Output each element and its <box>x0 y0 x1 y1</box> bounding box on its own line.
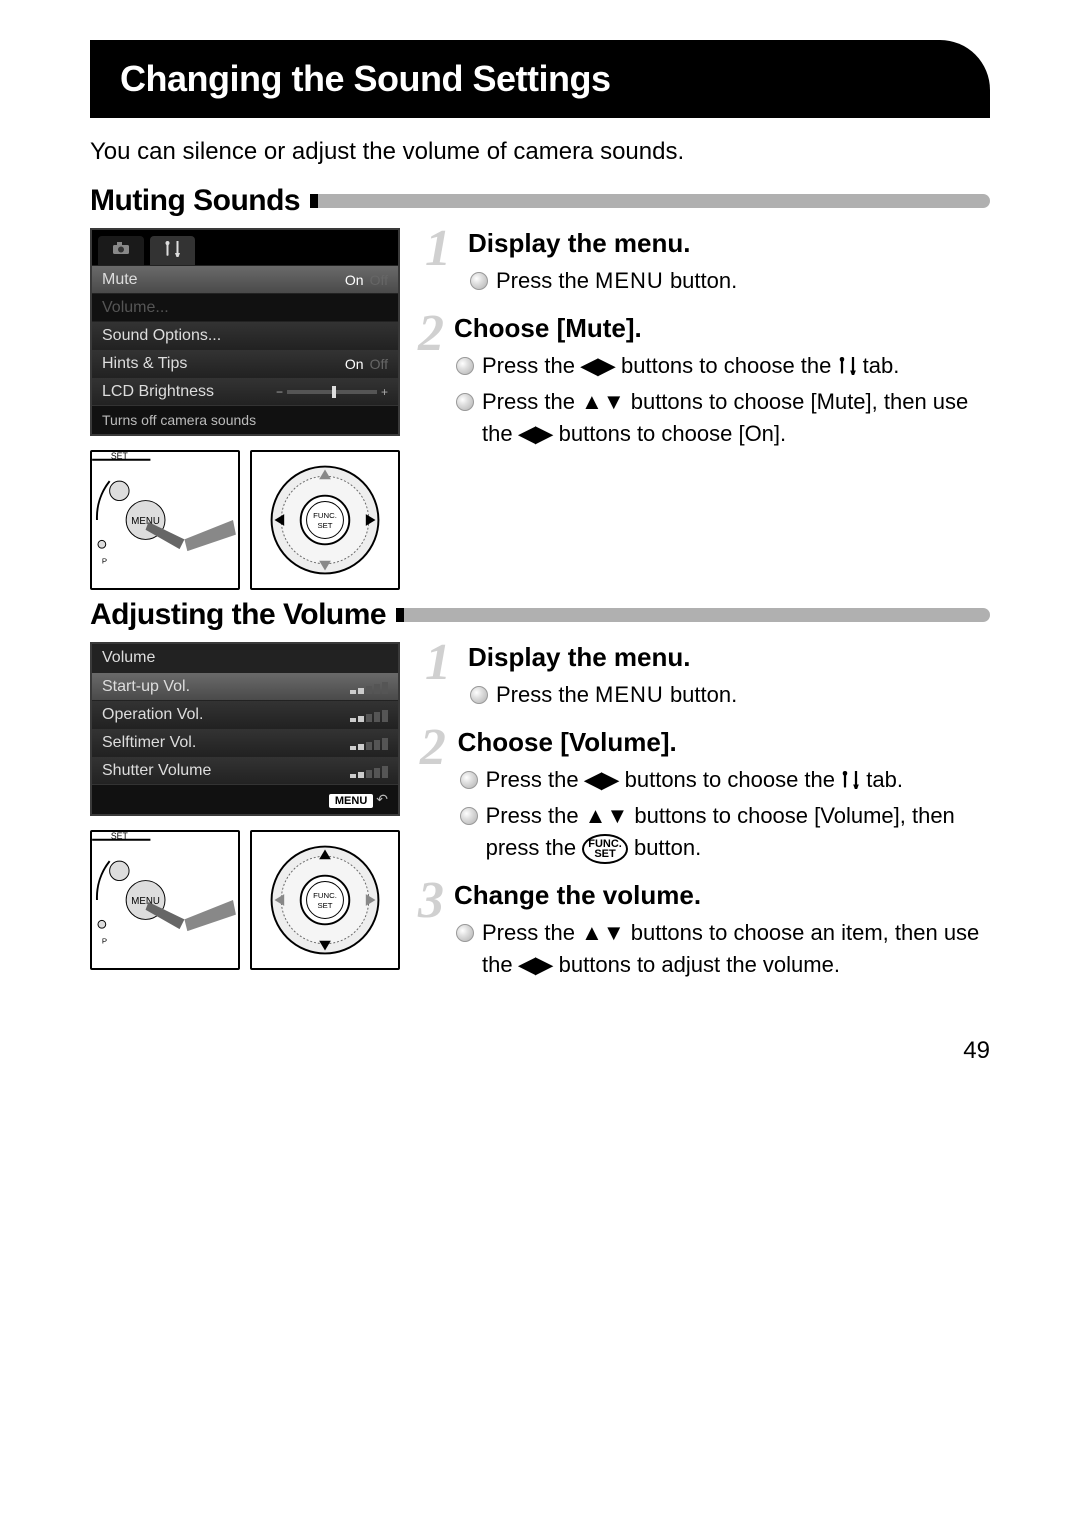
step-bullet: Press the ◀▶ buttons to choose the tab. <box>458 764 990 796</box>
left-right-icon: ◀▶ <box>581 353 615 378</box>
svg-text:SET: SET <box>111 832 129 841</box>
lcd-volume-title: Volume <box>92 644 398 672</box>
lcd-mute-off: Off <box>370 272 388 288</box>
step-title: Change the volume. <box>454 880 990 911</box>
svg-text:MENU: MENU <box>131 516 160 527</box>
heading-rule <box>310 194 990 208</box>
svg-text:SET: SET <box>111 452 129 461</box>
lcd-selftimer-label: Selftimer Vol. <box>102 734 196 752</box>
lcd-volume-submenu: Volume Start-up Vol. Operation Vol. Self… <box>90 642 400 816</box>
heading-rule <box>396 608 990 622</box>
lcd-brightness-label: LCD Brightness <box>102 383 214 401</box>
lcd-row-selftimer: Selftimer Vol. <box>92 728 398 756</box>
step-title: Choose [Volume]. <box>458 727 990 758</box>
lcd-row-sound-options: Sound Options... <box>92 321 398 349</box>
up-down-icon: ▲▼ <box>581 389 625 414</box>
step-number: 1 <box>418 228 458 307</box>
steps-muting: 1 Display the menu. Press the MENU button.… <box>418 228 990 590</box>
lcd-row-startup: Start-up Vol. <box>92 672 398 700</box>
section-muting-heading: Muting Sounds <box>90 184 300 218</box>
lcd-menu-back: MENU↶ <box>92 784 398 814</box>
step: 3 Change the volume. Press the ▲▼ buttons … <box>418 880 990 991</box>
step-number: 2 <box>418 727 448 874</box>
step-number: 3 <box>418 880 444 991</box>
lcd-operation-label: Operation Vol. <box>102 706 203 724</box>
lcd-volume-label: Volume... <box>102 299 169 317</box>
step-bullet: Press the ▲▼ buttons to choose [Mute], t… <box>454 386 990 450</box>
volume-bar <box>350 764 388 778</box>
step-bullet: Press the ◀▶ buttons to choose the tab. <box>454 350 990 382</box>
lcd-mute-label: Mute <box>102 271 138 289</box>
svg-text:MENU: MENU <box>131 896 160 907</box>
section-volume-heading: Adjusting the Volume <box>90 598 386 632</box>
lcd-hints-label: Hints & Tips <box>102 355 187 373</box>
hw-dpad-diagram: FUNC. SET <box>250 450 400 590</box>
step-bullet: Press the MENU button. <box>468 265 737 297</box>
lcd-tab-camera <box>98 236 144 265</box>
step-title: Display the menu. <box>468 642 737 673</box>
page-title: Changing the Sound Settings <box>90 40 990 118</box>
up-down-icon: ▲▼ <box>585 803 629 828</box>
svg-text:FUNC.: FUNC. <box>313 511 337 520</box>
tools-icon <box>841 771 860 789</box>
hw-dpad-diagram: FUNC. SET <box>250 830 400 970</box>
lcd-row-volume: Volume... <box>92 293 398 321</box>
menu-word-icon: MENU <box>595 268 664 293</box>
lcd-shutter-label: Shutter Volume <box>102 762 211 780</box>
lcd-hints-on: On <box>345 356 364 372</box>
lcd-footer-text: Turns off camera sounds <box>92 405 398 434</box>
step-bullet: Press the MENU button. <box>468 679 737 711</box>
step-bullet: Press the ▲▼ buttons to choose [Volume],… <box>458 800 990 864</box>
lcd-hints-off: Off <box>370 356 388 372</box>
back-icon: ↶ <box>376 791 388 807</box>
step: 2 Choose [Volume]. Press the ◀▶ buttons to… <box>418 727 990 874</box>
step-title: Choose [Mute]. <box>454 313 990 344</box>
hw-menu-button-diagram: SET MENU P <box>90 450 240 590</box>
step: 2 Choose [Mute]. Press the ◀▶ buttons to c… <box>418 313 990 460</box>
section-volume-heading-row: Adjusting the Volume <box>90 598 990 632</box>
lcd-tab-tools <box>150 236 195 265</box>
lcd-sound-options-label: Sound Options... <box>102 327 221 345</box>
camera-icon <box>112 241 130 255</box>
step-bullet: Press the ▲▼ buttons to choose an item, … <box>454 917 990 981</box>
left-right-icon: ◀▶ <box>519 952 553 977</box>
lcd-row-mute: Mute On Off <box>92 265 398 293</box>
step-number: 1 <box>418 642 458 721</box>
svg-text:P: P <box>102 557 107 566</box>
svg-text:FUNC.: FUNC. <box>313 891 337 900</box>
lcd-row-operation: Operation Vol. <box>92 700 398 728</box>
menu-pill: MENU <box>329 794 373 808</box>
lcd-startup-label: Start-up Vol. <box>102 678 190 696</box>
step-number: 2 <box>418 313 444 460</box>
lcd-row-shutter: Shutter Volume <box>92 756 398 784</box>
volume-bar <box>350 708 388 722</box>
intro-text: You can silence or adjust the volume of … <box>90 138 990 166</box>
step-title: Display the menu. <box>468 228 737 259</box>
volume-bar <box>350 736 388 750</box>
left-right-icon: ◀▶ <box>585 767 619 792</box>
lcd-settings-mute: Mute On Off Volume... Sound Options... H… <box>90 228 400 436</box>
svg-text:SET: SET <box>317 901 332 910</box>
lcd-mute-on: On <box>345 272 364 288</box>
page-number: 49 <box>0 1037 990 1065</box>
up-down-icon: ▲▼ <box>581 920 625 945</box>
lcd-brightness-slider: −+ <box>276 385 388 399</box>
step: 1 Display the menu. Press the MENU button. <box>418 642 990 721</box>
tools-icon <box>838 357 857 375</box>
menu-word-icon: MENU <box>595 682 664 707</box>
steps-volume: 1 Display the menu. Press the MENU button.… <box>418 642 990 997</box>
left-right-icon: ◀▶ <box>519 421 553 446</box>
step: 1 Display the menu. Press the MENU button. <box>418 228 990 307</box>
section-muting-heading-row: Muting Sounds <box>90 184 990 218</box>
lcd-row-brightness: LCD Brightness −+ <box>92 377 398 405</box>
func-set-icon: FUNC.SET <box>582 834 628 864</box>
svg-text:P: P <box>102 937 107 946</box>
svg-text:SET: SET <box>317 521 332 530</box>
tools-icon <box>164 241 181 257</box>
lcd-row-hints: Hints & Tips On Off <box>92 349 398 377</box>
volume-bar <box>350 680 388 694</box>
hw-menu-button-diagram: SET MENU P <box>90 830 240 970</box>
